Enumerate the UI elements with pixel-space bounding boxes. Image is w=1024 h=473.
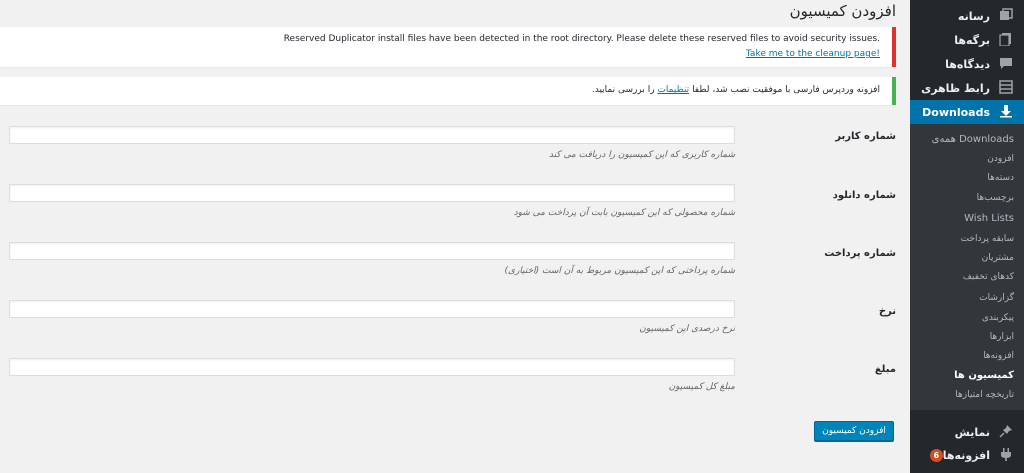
payment-id-description: شماره پرداختی که این کمیسیون مربوط به آن… bbox=[504, 266, 735, 276]
submenu-item-all-downloads[interactable]: همه‌ی Downloads bbox=[910, 130, 1024, 149]
persian-notice-before: افزونه وردپرس فارسی با موفقیت نصب شد، لط… bbox=[692, 85, 880, 95]
rate-label: نرخ bbox=[878, 306, 896, 317]
sidebar-item-appearance[interactable]: رابط ظاهری bbox=[910, 76, 1024, 100]
plugins-update-badge: 6 bbox=[929, 448, 943, 462]
cleanup-link[interactable]: Take me to the cleanup page! bbox=[746, 49, 880, 59]
plugins-icon bbox=[998, 447, 1014, 463]
rate-input[interactable] bbox=[9, 300, 735, 318]
pin-icon bbox=[998, 424, 1014, 440]
user-id-input[interactable] bbox=[9, 126, 735, 144]
persian-notice-after: را بررسی نمایید. bbox=[591, 85, 655, 95]
appearance-icon bbox=[998, 80, 1014, 96]
active-menu-arrow bbox=[902, 104, 910, 120]
download-id-label: شماره دانلود bbox=[832, 190, 896, 201]
duplicator-notice: Reserved Duplicator install files have b… bbox=[0, 27, 896, 67]
download-icon bbox=[998, 104, 1014, 120]
submenu-item-settings[interactable]: پیکربندی bbox=[910, 309, 1024, 328]
amount-label: مبلغ bbox=[874, 364, 896, 375]
submenu-item-tags[interactable]: برچسب‌ها bbox=[910, 189, 1024, 208]
add-commission-button[interactable]: افزودن کمیسیون bbox=[814, 421, 894, 441]
submenu-item-categories[interactable]: دسته‌ها bbox=[910, 169, 1024, 188]
sidebar-item-media[interactable]: رسانه bbox=[910, 4, 1024, 28]
downloads-submenu: همه‌ی Downloads افزودن دسته‌ها برچسب‌ها … bbox=[910, 124, 1024, 410]
submenu-item-wish-lists[interactable]: Wish Lists bbox=[910, 209, 1024, 228]
sidebar-item-label: رابط ظاهری bbox=[921, 81, 990, 95]
pages-icon bbox=[998, 32, 1014, 48]
submenu-item-points-history[interactable]: تاریخچه امتیازها bbox=[910, 386, 1024, 405]
sidebar-item-label: رسانه bbox=[957, 9, 990, 23]
submenu-item-extensions[interactable]: افزونه‌ها bbox=[910, 347, 1024, 366]
duplicator-notice-text: Reserved Duplicator install files have b… bbox=[283, 34, 880, 44]
sidebar-item-label: افزونه‌ها bbox=[942, 448, 990, 462]
payment-id-label: شماره پرداخت bbox=[824, 248, 896, 259]
sidebar-item-label: Downloads bbox=[922, 105, 990, 119]
persian-notice: افزونه وردپرس فارسی با موفقیت نصب شد، لط… bbox=[0, 77, 896, 105]
sidebar-item-comments[interactable]: دیدگاه‌ها bbox=[910, 52, 1024, 76]
sidebar-item-label: نمایش bbox=[954, 425, 990, 439]
payment-id-input[interactable] bbox=[9, 242, 735, 260]
amount-input[interactable] bbox=[9, 358, 735, 376]
submenu-item-discount-codes[interactable]: کدهای تخفیف bbox=[910, 268, 1024, 287]
sidebar-item-downloads[interactable]: Downloads bbox=[902, 100, 1024, 124]
submenu-item-reports[interactable]: گزارشات bbox=[910, 289, 1024, 308]
persian-notice-text: افزونه وردپرس فارسی با موفقیت نصب شد، لط… bbox=[592, 85, 880, 95]
submenu-item-customers[interactable]: مشتریان bbox=[910, 249, 1024, 268]
sidebar-item-plugins[interactable]: 6 افزونه‌ها bbox=[910, 443, 1024, 467]
comments-icon bbox=[998, 56, 1014, 72]
amount-description: مبلغ کل کمیسیون bbox=[668, 382, 735, 392]
download-id-description: شماره محصولی که این کمیسیون بابت آن پردا… bbox=[513, 208, 735, 218]
rate-description: نرخ درصدی این کمیسیون bbox=[639, 324, 735, 334]
sidebar-item-label: دیدگاه‌ها bbox=[945, 57, 990, 71]
sidebar-item-label: برگه‌ها bbox=[954, 33, 990, 47]
submenu-item-commissions[interactable]: کمیسیون ها bbox=[910, 366, 1024, 385]
submenu-item-tools[interactable]: ابزارها bbox=[910, 328, 1024, 347]
sidebar-item-pages[interactable]: برگه‌ها bbox=[910, 28, 1024, 52]
user-id-description: شماره کاربری که این کمیسیون را دریافت می… bbox=[548, 150, 735, 160]
download-id-input[interactable] bbox=[9, 184, 735, 202]
page-title: افزودن کمیسیون bbox=[789, 2, 896, 20]
user-id-label: شماره کاربر bbox=[835, 131, 896, 142]
settings-link[interactable]: تنظیمات bbox=[657, 85, 689, 95]
submenu-item-payment-history[interactable]: سابقه پرداخت bbox=[910, 230, 1024, 249]
submenu-item-add[interactable]: افزودن bbox=[910, 150, 1024, 169]
sidebar-item-display[interactable]: نمایش bbox=[910, 420, 1024, 444]
admin-sidebar: رسانه برگه‌ها دیدگاه‌ها رابط ظاهری Downl… bbox=[902, 0, 1024, 473]
media-icon bbox=[998, 8, 1014, 24]
